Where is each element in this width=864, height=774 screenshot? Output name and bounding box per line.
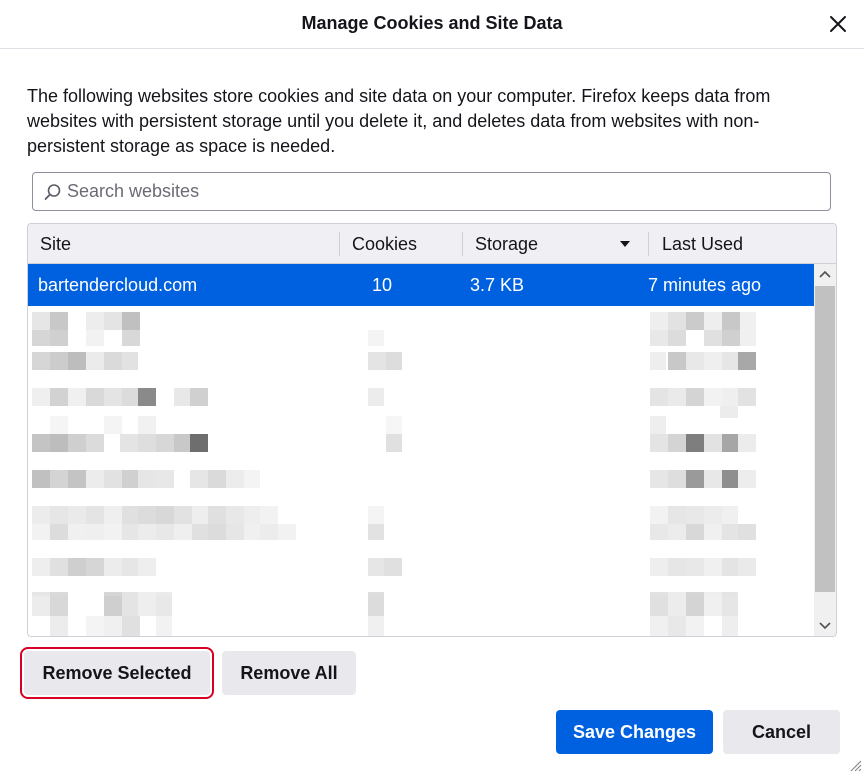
column-header-cookies[interactable]: Cookies bbox=[352, 224, 417, 264]
column-header-storage[interactable]: Storage bbox=[475, 224, 538, 264]
column-header-last-used[interactable]: Last Used bbox=[662, 224, 743, 264]
table-header: Site Cookies Storage Last Used bbox=[28, 224, 836, 264]
search-input[interactable] bbox=[67, 173, 817, 210]
scroll-thumb[interactable] bbox=[815, 286, 835, 592]
scroll-up-button[interactable] bbox=[814, 264, 836, 286]
cookies-cell: 10 bbox=[372, 275, 393, 295]
column-divider bbox=[648, 232, 649, 256]
column-header-site[interactable]: Site bbox=[40, 224, 71, 264]
table-scrollbar[interactable] bbox=[814, 264, 836, 636]
dialog-title: Manage Cookies and Site Data bbox=[301, 13, 563, 33]
save-changes-button[interactable]: Save Changes bbox=[556, 710, 713, 754]
obscured-rows-bottom bbox=[28, 596, 814, 636]
sites-table: Site Cookies Storage Last Used bartender… bbox=[27, 223, 837, 637]
search-box[interactable] bbox=[32, 172, 831, 211]
last-used-cell: 7 minutes ago bbox=[648, 275, 762, 295]
pixelated-content bbox=[32, 596, 738, 636]
chevron-down-icon bbox=[819, 622, 831, 630]
column-divider bbox=[339, 232, 340, 256]
cancel-button[interactable]: Cancel bbox=[723, 710, 840, 754]
search-icon bbox=[44, 184, 61, 200]
remove-all-button[interactable]: Remove All bbox=[222, 651, 356, 695]
close-button[interactable] bbox=[826, 12, 850, 36]
scroll-down-button[interactable] bbox=[814, 614, 836, 636]
site-cell: bartendercloud.com bbox=[38, 275, 198, 295]
pixelated-content bbox=[32, 312, 756, 596]
remove-selected-button[interactable]: Remove Selected bbox=[20, 647, 214, 699]
dialog-description: The following websites store cookies and… bbox=[27, 86, 771, 156]
dialog-titlebar: Manage Cookies and Site Data bbox=[0, 0, 864, 49]
column-divider bbox=[462, 232, 463, 256]
chevron-up-icon bbox=[819, 270, 831, 278]
table-row-selected[interactable]: bartendercloud.com 10 3.7 KB 7 minutes a… bbox=[28, 264, 814, 306]
obscured-rows bbox=[28, 306, 814, 596]
storage-cell: 3.7 KB bbox=[470, 275, 525, 295]
resize-grip-icon[interactable] bbox=[848, 758, 862, 772]
close-icon bbox=[830, 16, 846, 32]
sort-descending-icon bbox=[620, 241, 630, 247]
